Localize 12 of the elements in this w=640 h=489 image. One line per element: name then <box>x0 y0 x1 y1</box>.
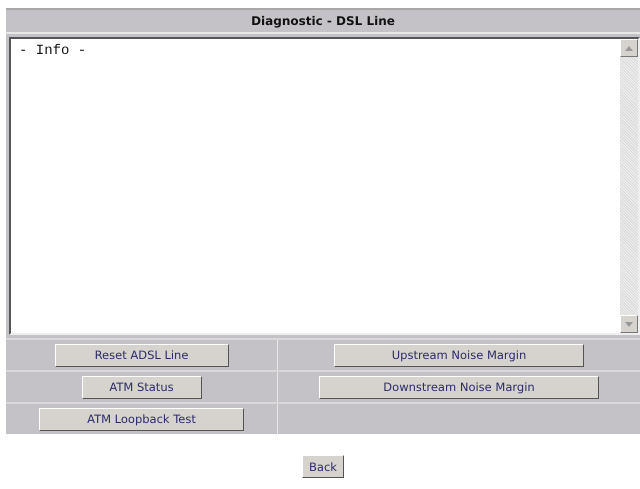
panel-title: Diagnostic - DSL Line <box>6 8 640 34</box>
info-text-area[interactable]: - Info - <box>9 37 640 335</box>
scrollbar[interactable] <box>620 39 638 333</box>
diagnostic-button[interactable]: Upstream Noise Margin <box>334 344 584 366</box>
diagnostic-button[interactable]: Downstream Noise Margin <box>319 376 599 398</box>
back-button[interactable]: Back <box>302 455 344 478</box>
scroll-down-icon[interactable] <box>620 315 638 333</box>
info-text: - Info - <box>19 43 86 59</box>
diagnostic-button[interactable]: Reset ADSL Line <box>54 344 228 366</box>
diagnostic-button[interactable]: ATM Status <box>82 376 202 398</box>
diagnostic-button[interactable]: ATM Loopback Test <box>39 408 244 430</box>
scroll-up-icon[interactable] <box>620 39 638 57</box>
